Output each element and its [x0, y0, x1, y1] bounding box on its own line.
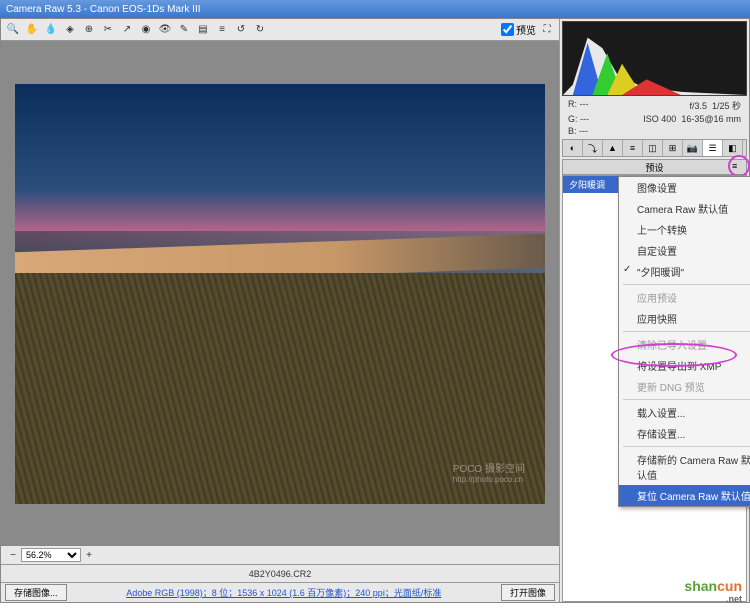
- context-menu: 图像设置Camera Raw 默认值上一个转换自定设置"夕阳暖调" 应用预设应用快…: [618, 176, 750, 507]
- tab-presets[interactable]: ☰: [703, 140, 723, 156]
- menu-item[interactable]: 将设置导出到 XMP: [619, 355, 750, 376]
- graduated-filter-icon[interactable]: ▤: [195, 22, 211, 38]
- watermark: POCO 摄影空间 http://photo.poco.cn: [453, 460, 525, 484]
- main-container: 🔍 ✋ 💧 ◈ ⊕ ✂ ↗ ◉ 👁 ✎ ▤ ≡ ↺ ↻ 预览 ⛶: [0, 18, 750, 603]
- spot-removal-icon[interactable]: ◉: [138, 22, 154, 38]
- menu-item[interactable]: 自定设置: [619, 240, 750, 261]
- menu-item: 清除已导入设置: [619, 334, 750, 355]
- menu-separator: [623, 331, 750, 332]
- histogram[interactable]: [562, 21, 747, 96]
- menu-item: 更新 DNG 预览: [619, 376, 750, 397]
- rotate-ccw-icon[interactable]: ↺: [233, 22, 249, 38]
- menu-item[interactable]: 存储新的 Camera Raw 默认值: [619, 449, 750, 485]
- rotate-cw-icon[interactable]: ↻: [252, 22, 268, 38]
- tab-camera[interactable]: 📷: [683, 140, 703, 156]
- site-logo: shancun .net: [684, 578, 742, 604]
- open-image-button[interactable]: 打开图像: [501, 584, 555, 601]
- color-sampler-icon[interactable]: ◈: [62, 22, 78, 38]
- tab-snapshots[interactable]: ◧: [723, 140, 743, 156]
- target-adjust-icon[interactable]: ⊕: [81, 22, 97, 38]
- preview-check-input[interactable]: [501, 23, 514, 36]
- workflow-link[interactable]: Adobe RGB (1998)；8 位；1536 x 1024 (1.6 百万…: [126, 586, 441, 599]
- preview-checkbox[interactable]: 预览: [501, 22, 536, 37]
- window-titlebar: Camera Raw 5.3 - Canon EOS-1Ds Mark III: [0, 0, 750, 18]
- tab-basic[interactable]: ◐: [563, 140, 583, 156]
- save-image-button[interactable]: 存储图像...: [5, 584, 67, 601]
- image-area: POCO 摄影空间 http://photo.poco.cn: [1, 41, 559, 546]
- menu-item[interactable]: 图像设置: [619, 177, 750, 198]
- tab-hsl[interactable]: ≡: [623, 140, 643, 156]
- menu-item[interactable]: 上一个转换: [619, 219, 750, 240]
- info-row-2: G: --- ISO 400 16-35@16 mm: [560, 113, 749, 125]
- info-row-1: R: --- f/3.5 1/25 秒: [560, 98, 749, 113]
- menu-item[interactable]: 复位 Camera Raw 默认值: [619, 485, 750, 506]
- menu-item[interactable]: Camera Raw 默认值: [619, 198, 750, 219]
- panel-tabs: ◐ ⤵ ▲ ≡ ◫ ⊞ 📷 ☰ ◧: [562, 139, 747, 157]
- crop-tool-icon[interactable]: ✂: [100, 22, 116, 38]
- menu-separator: [623, 284, 750, 285]
- tab-detail[interactable]: ▲: [603, 140, 623, 156]
- tab-split[interactable]: ◫: [643, 140, 663, 156]
- toolbar: 🔍 ✋ 💧 ◈ ⊕ ✂ ↗ ◉ 👁 ✎ ▤ ≡ ↺ ↻ 预览 ⛶: [1, 19, 559, 41]
- zoom-in-icon[interactable]: +: [81, 547, 97, 563]
- fullscreen-icon[interactable]: ⛶: [539, 22, 555, 38]
- preset-list[interactable]: 夕阳暖调 图像设置Camera Raw 默认值上一个转换自定设置"夕阳暖调"应用…: [562, 175, 747, 602]
- window-title: Camera Raw 5.3 - Canon EOS-1Ds Mark III: [6, 4, 201, 15]
- flyout-menu-icon[interactable]: ≡: [732, 161, 744, 173]
- menu-item[interactable]: "夕阳暖调": [619, 261, 750, 282]
- menu-item[interactable]: 应用快照: [619, 308, 750, 329]
- left-panel: 🔍 ✋ 💧 ◈ ⊕ ✂ ↗ ◉ 👁 ✎ ▤ ≡ ↺ ↻ 预览 ⛶: [1, 19, 559, 602]
- menu-separator: [623, 446, 750, 447]
- filename-bar: 4B2Y0496.CR2: [1, 564, 559, 582]
- tab-curve[interactable]: ⤵: [583, 140, 603, 156]
- right-panel: R: --- f/3.5 1/25 秒 G: --- ISO 400 16-35…: [559, 19, 749, 602]
- info-row-3: B: ---: [560, 125, 749, 137]
- straighten-icon[interactable]: ↗: [119, 22, 135, 38]
- image-preview[interactable]: POCO 摄影空间 http://photo.poco.cn: [15, 84, 545, 504]
- menu-item[interactable]: 载入设置...: [619, 402, 750, 423]
- eyedropper-icon[interactable]: 💧: [43, 22, 59, 38]
- zoom-tool-icon[interactable]: 🔍: [5, 22, 21, 38]
- redeye-icon[interactable]: 👁: [157, 22, 173, 38]
- menu-separator: [623, 399, 750, 400]
- prefs-icon[interactable]: ≡: [214, 22, 230, 38]
- hand-tool-icon[interactable]: ✋: [24, 22, 40, 38]
- tab-lens[interactable]: ⊞: [663, 140, 683, 156]
- zoom-select[interactable]: 56.2%: [21, 548, 81, 562]
- filename: 4B2Y0496.CR2: [249, 569, 312, 579]
- zoom-out-icon[interactable]: −: [5, 547, 21, 563]
- preset-header: 预设 ≡: [562, 159, 747, 175]
- zoom-bar: − 56.2% +: [1, 546, 559, 564]
- adjustment-brush-icon[interactable]: ✎: [176, 22, 192, 38]
- menu-item: 应用预设: [619, 287, 750, 308]
- menu-item[interactable]: 存储设置...: [619, 423, 750, 444]
- bottom-bar: 存储图像... Adobe RGB (1998)；8 位；1536 x 1024…: [1, 582, 559, 602]
